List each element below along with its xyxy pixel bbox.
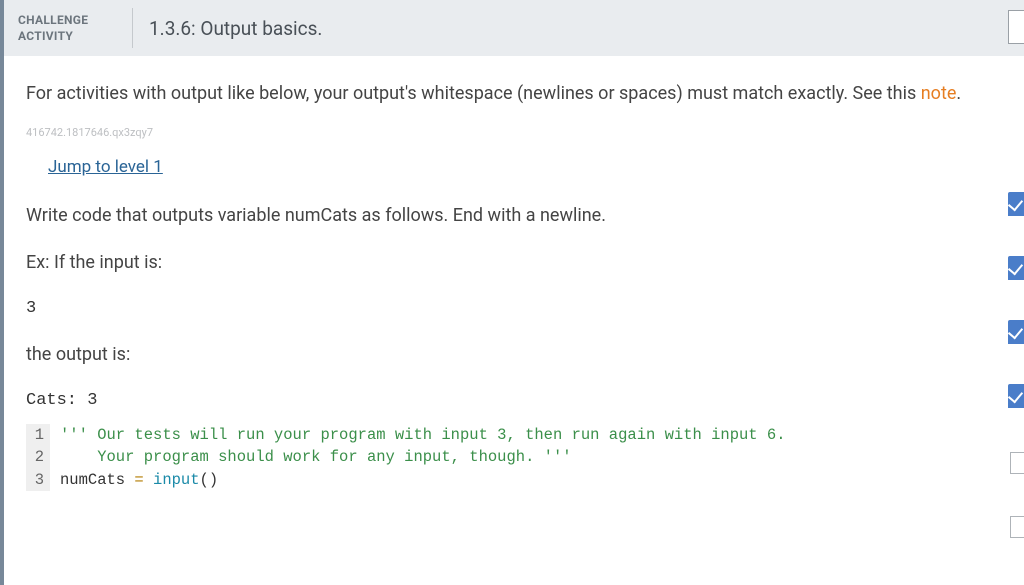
code-row: 1 ''' Our tests will run your program wi… — [26, 424, 1002, 446]
header-label-line2: ACTIVITY — [18, 29, 73, 43]
progress-badge-icon[interactable] — [1008, 320, 1024, 344]
output-label: the output is: — [26, 344, 1002, 365]
header-label-line1: CHALLENGE — [18, 13, 88, 27]
example-label: Ex: If the input is: — [26, 252, 1002, 273]
code-editor[interactable]: 1 ''' Our tests will run your program wi… — [26, 424, 1002, 491]
progress-badge-icon[interactable] — [1008, 256, 1024, 280]
example-output: Cats: 3 — [26, 391, 1002, 410]
side-box-icon[interactable] — [1010, 452, 1024, 474]
code-text: numCats = input() — [60, 469, 218, 491]
side-boxes — [1010, 452, 1024, 538]
header-title: 1.3.6: Output basics. — [133, 17, 322, 40]
intro-suffix: . — [956, 83, 961, 104]
code-text: Your program should work for any input, … — [60, 446, 572, 468]
line-number: 2 — [26, 446, 50, 468]
challenge-header: CHALLENGE ACTIVITY 1.3.6: Output basics. — [4, 0, 1024, 56]
code-text: ''' Our tests will run your program with… — [60, 424, 786, 446]
intro-text: For activities with output like below, y… — [26, 80, 1002, 108]
bookmark-icon[interactable] — [1008, 10, 1024, 44]
code-row: 3 numCats = input() — [26, 469, 1002, 491]
jump-to-level-link[interactable]: Jump to level 1 — [48, 157, 163, 177]
note-link[interactable]: note — [921, 83, 957, 104]
prompt-text: Write code that outputs variable numCats… — [26, 205, 1002, 226]
side-badges — [1008, 192, 1024, 408]
line-number: 3 — [26, 469, 50, 491]
header-label: CHALLENGE ACTIVITY — [4, 12, 132, 44]
progress-badge-icon[interactable] — [1008, 384, 1024, 408]
line-number: 1 — [26, 424, 50, 446]
intro-prefix: For activities with output like below, y… — [26, 83, 921, 104]
meta-id: 416742.1817646.qx3zqy7 — [26, 126, 1002, 139]
side-box-icon[interactable] — [1010, 516, 1024, 538]
code-row: 2 Your program should work for any input… — [26, 446, 1002, 468]
example-input: 3 — [26, 299, 1002, 318]
progress-badge-icon[interactable] — [1008, 192, 1024, 216]
content-area: For activities with output like below, y… — [4, 56, 1024, 491]
